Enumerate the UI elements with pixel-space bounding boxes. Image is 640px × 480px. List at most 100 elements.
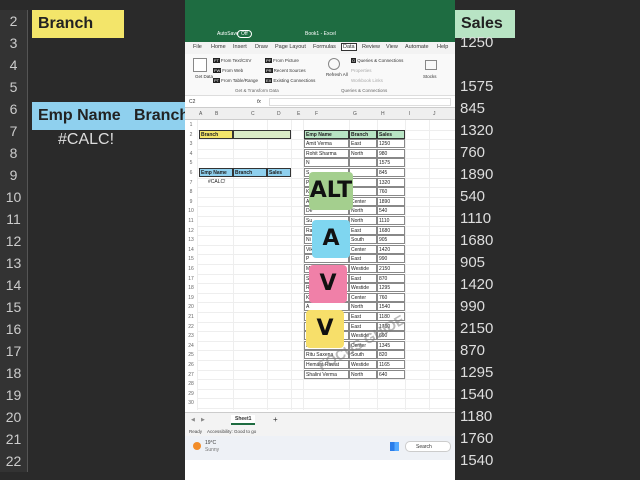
table-cell[interactable]: 1295 xyxy=(377,283,405,293)
table-cell[interactable] xyxy=(349,168,377,177)
table-cell[interactable]: East xyxy=(349,273,377,283)
table-cell[interactable]: 1250 xyxy=(377,139,405,149)
autosave-toggle[interactable]: Off xyxy=(237,30,252,38)
column-header[interactable]: D xyxy=(277,111,281,117)
calc-error-cell[interactable]: #CALC! xyxy=(207,178,247,187)
row-number[interactable]: 14 xyxy=(185,247,197,253)
workbook-links-button[interactable]: Workbook Links xyxy=(351,78,383,83)
recent-sources-button[interactable]: PR Recent Sources xyxy=(265,68,306,73)
from-table-button[interactable]: PT From Table/Range xyxy=(213,78,258,83)
tab-data[interactable]: Data xyxy=(341,43,357,51)
existing-connections-button[interactable]: EX Existing Connections xyxy=(265,78,315,83)
table-cell[interactable]: East xyxy=(349,139,377,149)
tab-file[interactable]: File xyxy=(193,44,202,50)
table-cell[interactable]: 1575 xyxy=(377,158,405,168)
table-cell[interactable]: 905 xyxy=(377,235,405,245)
row-number[interactable]: 30 xyxy=(185,400,197,406)
table-cell[interactable]: 2150 xyxy=(377,264,405,273)
refresh-all-button[interactable]: Refresh All xyxy=(326,72,348,77)
column-header[interactable]: F xyxy=(315,111,318,117)
table-cell[interactable]: South xyxy=(349,235,377,245)
table-cell[interactable]: 540 xyxy=(377,206,405,216)
row-number[interactable]: 3 xyxy=(185,141,197,147)
column-header[interactable]: E xyxy=(297,111,300,117)
table-cell[interactable]: 870 xyxy=(377,273,405,283)
table-cell[interactable]: Westide xyxy=(349,360,377,369)
left-header-cell[interactable]: Branch xyxy=(233,168,267,177)
table-cell[interactable]: 1165 xyxy=(377,360,405,369)
table-cell[interactable]: 1680 xyxy=(377,225,405,235)
row-number[interactable]: 29 xyxy=(185,391,197,397)
row-number[interactable]: 8 xyxy=(185,189,197,195)
table-header-cell[interactable]: Branch xyxy=(349,129,377,139)
table-cell[interactable]: Westide xyxy=(349,283,377,293)
table-header-cell[interactable]: Sales xyxy=(377,129,405,139)
tab-help[interactable]: Help xyxy=(437,44,448,50)
table-cell[interactable]: 1890 xyxy=(377,196,405,206)
column-header[interactable]: I xyxy=(409,111,410,117)
table-cell[interactable]: East xyxy=(349,225,377,235)
row-number[interactable]: 20 xyxy=(185,304,197,310)
left-header-cell[interactable]: Emp Name xyxy=(199,168,233,177)
tab-draw[interactable]: Draw xyxy=(255,44,268,50)
table-cell[interactable]: Westide xyxy=(349,264,377,273)
table-cell[interactable]: North xyxy=(349,206,377,216)
table-cell[interactable]: 820 xyxy=(377,350,405,360)
table-cell[interactable] xyxy=(349,187,377,197)
row-number[interactable]: 18 xyxy=(185,285,197,291)
tab-view[interactable]: View xyxy=(386,44,398,50)
table-header-cell[interactable]: Emp Name xyxy=(304,129,349,139)
row-number[interactable]: 27 xyxy=(185,372,197,378)
prev-sheet-icon[interactable]: ◀ xyxy=(191,417,195,423)
branch-label-cell[interactable]: Branch xyxy=(199,129,233,139)
table-cell[interactable]: Center xyxy=(349,196,377,206)
from-picture-button[interactable]: PF From Picture xyxy=(265,58,299,63)
column-header[interactable]: J xyxy=(433,111,436,117)
row-number[interactable]: 23 xyxy=(185,333,197,339)
column-header[interactable]: C xyxy=(251,111,255,117)
from-text-button[interactable]: FT From Text/CSV xyxy=(213,58,251,63)
name-box[interactable]: C2 xyxy=(189,99,195,105)
stocks-button[interactable]: Stocks xyxy=(423,74,437,79)
from-web-button[interactable]: FW From Web xyxy=(213,68,243,73)
windows-start-icon[interactable] xyxy=(390,442,399,451)
row-number[interactable]: 21 xyxy=(185,314,197,320)
get-data-button[interactable]: Get Data xyxy=(195,74,213,79)
tab-insert[interactable]: Insert xyxy=(233,44,247,50)
table-cell[interactable]: Center xyxy=(349,244,377,254)
row-number[interactable]: 16 xyxy=(185,266,197,272)
table-cell[interactable]: North xyxy=(349,216,377,225)
row-number[interactable]: 2 xyxy=(185,132,197,138)
table-cell[interactable]: 990 xyxy=(377,254,405,264)
table-cell[interactable]: Center xyxy=(349,292,377,302)
row-number[interactable]: 24 xyxy=(185,343,197,349)
table-cell[interactable]: Rohit Sharma xyxy=(304,148,349,158)
row-number[interactable]: 10 xyxy=(185,208,197,214)
next-sheet-icon[interactable]: ▶ xyxy=(201,417,205,423)
table-cell[interactable]: 1320 xyxy=(377,177,405,187)
branch-input-cell[interactable] xyxy=(233,129,291,139)
tab-automate[interactable]: Automate xyxy=(405,44,429,50)
column-header[interactable]: H xyxy=(381,111,385,117)
row-number[interactable]: 22 xyxy=(185,324,197,330)
tab-page-layout[interactable]: Page Layout xyxy=(275,44,306,50)
row-number[interactable]: 19 xyxy=(185,295,197,301)
table-cell[interactable]: Amit Verma xyxy=(304,139,349,149)
row-number[interactable]: 17 xyxy=(185,276,197,282)
table-cell[interactable] xyxy=(349,177,377,187)
queries-button[interactable]: O Queries & Connections xyxy=(351,58,403,63)
properties-button[interactable]: Properties xyxy=(351,68,372,73)
table-cell[interactable]: 760 xyxy=(377,292,405,302)
column-header[interactable]: B xyxy=(215,111,218,117)
row-number[interactable]: 25 xyxy=(185,352,197,358)
fx-icon[interactable]: fx xyxy=(257,99,261,105)
table-cell[interactable]: 760 xyxy=(377,187,405,197)
accessibility-status[interactable]: Accessibility: Good to go xyxy=(207,429,256,434)
row-number[interactable]: 5 xyxy=(185,160,197,166)
formula-input[interactable] xyxy=(269,98,451,106)
row-number[interactable]: 26 xyxy=(185,362,197,368)
row-number[interactable]: 13 xyxy=(185,237,197,243)
search-box[interactable]: Search xyxy=(405,441,451,452)
row-number[interactable]: 6 xyxy=(185,170,197,176)
row-number[interactable]: 9 xyxy=(185,199,197,205)
